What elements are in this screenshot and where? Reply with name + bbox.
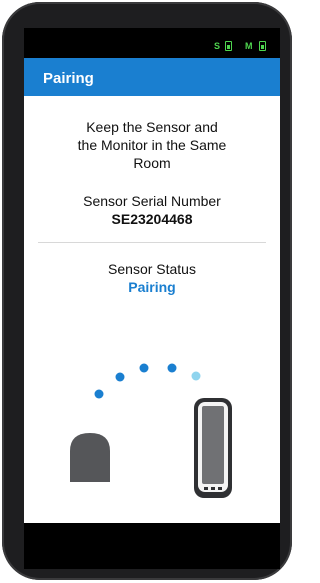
pairing-illustration bbox=[24, 358, 280, 498]
serial-number-label: Sensor Serial Number bbox=[83, 193, 221, 209]
sensor-battery-icon bbox=[225, 41, 232, 51]
signal-dot-4 bbox=[167, 363, 177, 373]
device-frame: S M Pairing Keep the Sensor and the Moni… bbox=[2, 2, 292, 580]
sensor-status-value: Pairing bbox=[128, 279, 176, 295]
navigation-bar bbox=[24, 523, 280, 569]
pairing-instruction: Keep the Sensor and the Monitor in the S… bbox=[24, 118, 280, 172]
pairing-graphic bbox=[70, 363, 232, 498]
signal-dot-2 bbox=[115, 372, 125, 382]
app-header: Pairing bbox=[24, 58, 280, 96]
signal-dot-5 bbox=[191, 371, 201, 381]
monitor-icon bbox=[194, 398, 232, 498]
monitor-battery-icon bbox=[259, 41, 266, 51]
signal-dot-3 bbox=[139, 363, 149, 373]
serial-number-value: SE23204468 bbox=[111, 211, 193, 227]
page-title: Pairing bbox=[43, 70, 94, 87]
sensor-icon bbox=[70, 433, 110, 482]
divider bbox=[38, 242, 266, 243]
instruction-text: Keep the Sensor and the Monitor in the S… bbox=[77, 119, 227, 171]
sensor-status-label: Sensor Status bbox=[108, 261, 196, 277]
sensor-status-indicator: S bbox=[214, 41, 221, 51]
signal-dot-1 bbox=[94, 389, 104, 399]
monitor-status-indicator: M bbox=[245, 41, 253, 51]
status-bar: S M bbox=[24, 28, 280, 58]
device-screen: S M Pairing Keep the Sensor and the Moni… bbox=[24, 28, 280, 569]
